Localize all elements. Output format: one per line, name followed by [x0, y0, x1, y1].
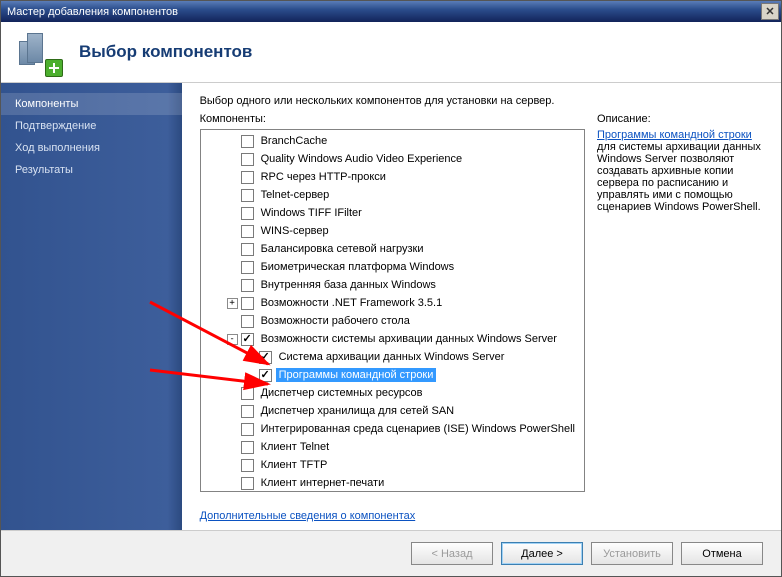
- wizard-steps-sidebar: Компоненты Подтверждение Ход выполнения …: [1, 83, 182, 530]
- more-info-link[interactable]: Дополнительные сведения о компонентах: [200, 510, 416, 522]
- close-button[interactable]: ✕: [761, 3, 779, 20]
- titlebar: Мастер добавления компонентов ✕: [1, 1, 781, 22]
- tree-node-label[interactable]: Биометрическая платформа Windows: [258, 260, 458, 274]
- tree-node[interactable]: BranchCache: [201, 132, 584, 150]
- install-button[interactable]: Установить: [591, 542, 673, 565]
- components-column-header: Компоненты:: [200, 113, 585, 125]
- page-title: Выбор компонентов: [79, 42, 252, 62]
- tree-node[interactable]: Балансировка сетевой нагрузки: [201, 240, 584, 258]
- checkbox[interactable]: [241, 423, 254, 436]
- tree-node-label[interactable]: Система архивации данных Windows Server: [276, 350, 508, 364]
- tree-node[interactable]: Клиент интернет-печати: [201, 474, 584, 492]
- checkbox[interactable]: [241, 189, 254, 202]
- tree-node[interactable]: Интегрированная среда сценариев (ISE) Wi…: [201, 420, 584, 438]
- tree-node[interactable]: Клиент Telnet: [201, 438, 584, 456]
- description-column-header: Описание:: [597, 113, 767, 125]
- server-add-icon: [17, 31, 59, 73]
- checkbox[interactable]: [241, 477, 254, 490]
- tree-node-label[interactable]: Клиент TFTP: [258, 458, 331, 472]
- instruction-text: Выбор одного или нескольких компонентов …: [200, 95, 767, 107]
- tree-node[interactable]: Биометрическая платформа Windows: [201, 258, 584, 276]
- tree-node-label[interactable]: Балансировка сетевой нагрузки: [258, 242, 427, 256]
- wizard-footer: < Назад Далее > Установить Отмена: [1, 530, 781, 576]
- tree-node-label[interactable]: Windows TIFF IFilter: [258, 206, 365, 220]
- checkbox[interactable]: [259, 369, 272, 382]
- checkbox[interactable]: [241, 459, 254, 472]
- back-button[interactable]: < Назад: [411, 542, 493, 565]
- step-progress[interactable]: Ход выполнения: [1, 137, 182, 159]
- tree-node-label[interactable]: RPC через HTTP-прокси: [258, 170, 389, 184]
- tree-node[interactable]: WINS-сервер: [201, 222, 584, 240]
- checkbox[interactable]: [241, 405, 254, 418]
- cancel-button[interactable]: Отмена: [681, 542, 763, 565]
- tree-node[interactable]: Диспетчер хранилища для сетей SAN: [201, 402, 584, 420]
- checkbox[interactable]: [259, 351, 272, 364]
- tree-node-label[interactable]: Интегрированная среда сценариев (ISE) Wi…: [258, 422, 578, 436]
- checkbox[interactable]: [241, 225, 254, 238]
- checkbox[interactable]: [241, 387, 254, 400]
- description-link[interactable]: Программы командной строки: [597, 129, 752, 141]
- tree-node-label[interactable]: Диспетчер системных ресурсов: [258, 386, 426, 400]
- tree-node[interactable]: Windows TIFF IFilter: [201, 204, 584, 222]
- tree-node-label[interactable]: Клиент интернет-печати: [258, 476, 388, 490]
- tree-node-label[interactable]: BranchCache: [258, 134, 331, 148]
- tree-node[interactable]: + Возможности .NET Framework 3.5.1: [201, 294, 584, 312]
- checkbox[interactable]: [241, 261, 254, 274]
- checkbox[interactable]: [241, 243, 254, 256]
- tree-node[interactable]: Диспетчер системных ресурсов: [201, 384, 584, 402]
- next-button[interactable]: Далее >: [501, 542, 583, 565]
- tree-node-label[interactable]: Внутренняя база данных Windows: [258, 278, 439, 292]
- checkbox[interactable]: [241, 279, 254, 292]
- tree-node[interactable]: Возможности рабочего стола: [201, 312, 584, 330]
- tree-node-label[interactable]: Программы командной строки: [276, 368, 437, 382]
- expand-icon[interactable]: +: [227, 298, 238, 309]
- tree-node[interactable]: Программы командной строки: [201, 366, 584, 384]
- description-text: Программы командной строки для системы а…: [597, 129, 767, 213]
- components-tree[interactable]: BranchCache Quality Windows Audio Video E…: [200, 129, 585, 492]
- checkbox[interactable]: [241, 315, 254, 328]
- tree-node-label[interactable]: Возможности системы архивации данных Win…: [258, 332, 560, 346]
- tree-node[interactable]: Клиент TFTP: [201, 456, 584, 474]
- checkbox[interactable]: [241, 171, 254, 184]
- checkbox[interactable]: [241, 333, 254, 346]
- checkbox[interactable]: [241, 135, 254, 148]
- tree-node[interactable]: RPC через HTTP-прокси: [201, 168, 584, 186]
- tree-node[interactable]: - Возможности системы архивации данных Wi…: [201, 330, 584, 348]
- tree-node-label[interactable]: Возможности .NET Framework 3.5.1: [258, 296, 446, 310]
- tree-node-label[interactable]: Диспетчер хранилища для сетей SAN: [258, 404, 458, 418]
- collapse-icon[interactable]: -: [227, 334, 238, 345]
- checkbox[interactable]: [241, 153, 254, 166]
- tree-node-label[interactable]: WINS-сервер: [258, 224, 332, 238]
- tree-node[interactable]: Внутренняя база данных Windows: [201, 276, 584, 294]
- tree-node-label[interactable]: Quality Windows Audio Video Experience: [258, 152, 466, 166]
- checkbox[interactable]: [241, 297, 254, 310]
- tree-node-label[interactable]: Возможности рабочего стола: [258, 314, 413, 328]
- checkbox[interactable]: [241, 441, 254, 454]
- checkbox[interactable]: [241, 207, 254, 220]
- tree-node[interactable]: Quality Windows Audio Video Experience: [201, 150, 584, 168]
- step-results[interactable]: Результаты: [1, 159, 182, 181]
- window-title: Мастер добавления компонентов: [7, 6, 178, 18]
- tree-node-label[interactable]: Telnet-сервер: [258, 188, 333, 202]
- tree-node[interactable]: Telnet-сервер: [201, 186, 584, 204]
- tree-node-label[interactable]: Клиент Telnet: [258, 440, 333, 454]
- tree-node[interactable]: Система архивации данных Windows Server: [201, 348, 584, 366]
- step-components[interactable]: Компоненты: [1, 93, 182, 115]
- wizard-header: Выбор компонентов: [1, 22, 781, 83]
- step-confirmation[interactable]: Подтверждение: [1, 115, 182, 137]
